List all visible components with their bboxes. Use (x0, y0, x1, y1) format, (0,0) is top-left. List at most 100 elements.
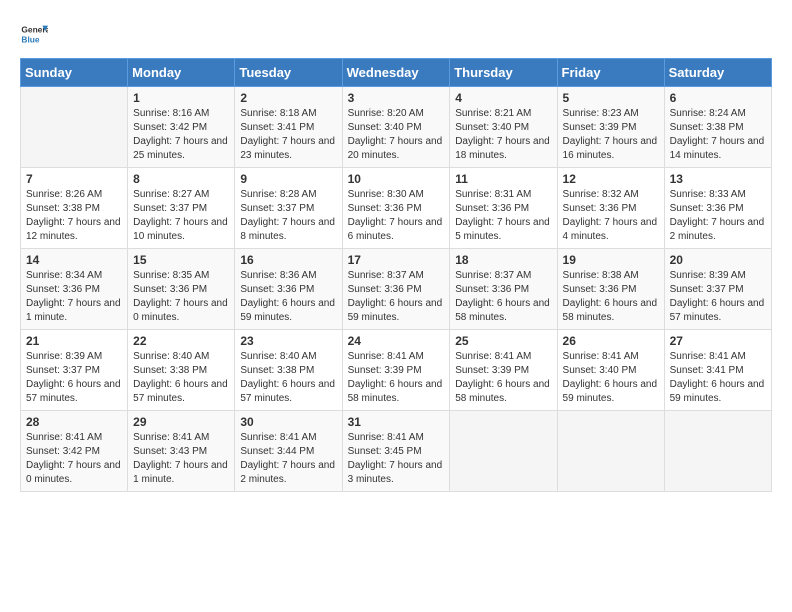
calendar-cell: 8 Sunrise: 8:27 AMSunset: 3:37 PMDayligh… (128, 168, 235, 249)
day-number: 7 (26, 172, 122, 186)
day-number: 14 (26, 253, 122, 267)
cell-content: Sunrise: 8:26 AMSunset: 3:38 PMDaylight:… (26, 188, 122, 244)
day-number: 4 (455, 91, 551, 105)
cell-content: Sunrise: 8:18 AMSunset: 3:41 PMDaylight:… (240, 107, 336, 163)
day-number: 30 (240, 415, 336, 429)
cell-content: Sunrise: 8:37 AMSunset: 3:36 PMDaylight:… (455, 269, 551, 325)
cell-content: Sunrise: 8:30 AMSunset: 3:36 PMDaylight:… (348, 188, 445, 244)
svg-text:Blue: Blue (21, 34, 39, 44)
cell-content: Sunrise: 8:37 AMSunset: 3:36 PMDaylight:… (348, 269, 445, 325)
cell-content: Sunrise: 8:39 AMSunset: 3:37 PMDaylight:… (670, 269, 766, 325)
calendar-cell: 3 Sunrise: 8:20 AMSunset: 3:40 PMDayligh… (342, 87, 450, 168)
calendar-cell: 25 Sunrise: 8:41 AMSunset: 3:39 PMDaylig… (450, 330, 557, 411)
calendar-cell: 23 Sunrise: 8:40 AMSunset: 3:38 PMDaylig… (235, 330, 342, 411)
calendar-cell: 16 Sunrise: 8:36 AMSunset: 3:36 PMDaylig… (235, 249, 342, 330)
header-friday: Friday (557, 59, 664, 87)
calendar-cell: 28 Sunrise: 8:41 AMSunset: 3:42 PMDaylig… (21, 411, 128, 492)
cell-content: Sunrise: 8:20 AMSunset: 3:40 PMDaylight:… (348, 107, 445, 163)
day-number: 16 (240, 253, 336, 267)
calendar-cell: 24 Sunrise: 8:41 AMSunset: 3:39 PMDaylig… (342, 330, 450, 411)
calendar-cell: 12 Sunrise: 8:32 AMSunset: 3:36 PMDaylig… (557, 168, 664, 249)
day-number: 5 (563, 91, 659, 105)
calendar-cell (21, 87, 128, 168)
calendar-cell: 18 Sunrise: 8:37 AMSunset: 3:36 PMDaylig… (450, 249, 557, 330)
calendar-cell: 7 Sunrise: 8:26 AMSunset: 3:38 PMDayligh… (21, 168, 128, 249)
day-number: 25 (455, 334, 551, 348)
cell-content: Sunrise: 8:41 AMSunset: 3:44 PMDaylight:… (240, 431, 336, 487)
cell-content: Sunrise: 8:28 AMSunset: 3:37 PMDaylight:… (240, 188, 336, 244)
cell-content: Sunrise: 8:27 AMSunset: 3:37 PMDaylight:… (133, 188, 229, 244)
day-number: 22 (133, 334, 229, 348)
cell-content: Sunrise: 8:38 AMSunset: 3:36 PMDaylight:… (563, 269, 659, 325)
day-number: 29 (133, 415, 229, 429)
calendar-cell: 20 Sunrise: 8:39 AMSunset: 3:37 PMDaylig… (664, 249, 771, 330)
calendar-cell: 6 Sunrise: 8:24 AMSunset: 3:38 PMDayligh… (664, 87, 771, 168)
cell-content: Sunrise: 8:41 AMSunset: 3:41 PMDaylight:… (670, 350, 766, 406)
calendar-cell: 9 Sunrise: 8:28 AMSunset: 3:37 PMDayligh… (235, 168, 342, 249)
day-number: 2 (240, 91, 336, 105)
header-monday: Monday (128, 59, 235, 87)
day-number: 11 (455, 172, 551, 186)
calendar-cell: 10 Sunrise: 8:30 AMSunset: 3:36 PMDaylig… (342, 168, 450, 249)
cell-content: Sunrise: 8:41 AMSunset: 3:43 PMDaylight:… (133, 431, 229, 487)
calendar-cell: 31 Sunrise: 8:41 AMSunset: 3:45 PMDaylig… (342, 411, 450, 492)
day-number: 18 (455, 253, 551, 267)
calendar-cell: 22 Sunrise: 8:40 AMSunset: 3:38 PMDaylig… (128, 330, 235, 411)
day-number: 26 (563, 334, 659, 348)
cell-content: Sunrise: 8:39 AMSunset: 3:37 PMDaylight:… (26, 350, 122, 406)
cell-content: Sunrise: 8:35 AMSunset: 3:36 PMDaylight:… (133, 269, 229, 325)
cell-content: Sunrise: 8:34 AMSunset: 3:36 PMDaylight:… (26, 269, 122, 325)
cell-content: Sunrise: 8:36 AMSunset: 3:36 PMDaylight:… (240, 269, 336, 325)
calendar-cell: 11 Sunrise: 8:31 AMSunset: 3:36 PMDaylig… (450, 168, 557, 249)
cell-content: Sunrise: 8:21 AMSunset: 3:40 PMDaylight:… (455, 107, 551, 163)
calendar-week-3: 21 Sunrise: 8:39 AMSunset: 3:37 PMDaylig… (21, 330, 772, 411)
header-sunday: Sunday (21, 59, 128, 87)
calendar-table: SundayMondayTuesdayWednesdayThursdayFrid… (20, 58, 772, 492)
header-saturday: Saturday (664, 59, 771, 87)
calendar-cell: 14 Sunrise: 8:34 AMSunset: 3:36 PMDaylig… (21, 249, 128, 330)
logo: General Blue (20, 20, 48, 48)
cell-content: Sunrise: 8:16 AMSunset: 3:42 PMDaylight:… (133, 107, 229, 163)
calendar-cell: 27 Sunrise: 8:41 AMSunset: 3:41 PMDaylig… (664, 330, 771, 411)
cell-content: Sunrise: 8:32 AMSunset: 3:36 PMDaylight:… (563, 188, 659, 244)
calendar-cell: 15 Sunrise: 8:35 AMSunset: 3:36 PMDaylig… (128, 249, 235, 330)
cell-content: Sunrise: 8:23 AMSunset: 3:39 PMDaylight:… (563, 107, 659, 163)
cell-content: Sunrise: 8:24 AMSunset: 3:38 PMDaylight:… (670, 107, 766, 163)
header: General Blue (20, 20, 772, 48)
calendar-cell: 29 Sunrise: 8:41 AMSunset: 3:43 PMDaylig… (128, 411, 235, 492)
calendar-week-2: 14 Sunrise: 8:34 AMSunset: 3:36 PMDaylig… (21, 249, 772, 330)
day-number: 12 (563, 172, 659, 186)
day-number: 8 (133, 172, 229, 186)
cell-content: Sunrise: 8:41 AMSunset: 3:42 PMDaylight:… (26, 431, 122, 487)
day-number: 1 (133, 91, 229, 105)
cell-content: Sunrise: 8:41 AMSunset: 3:40 PMDaylight:… (563, 350, 659, 406)
day-number: 27 (670, 334, 766, 348)
day-number: 17 (348, 253, 445, 267)
calendar-cell (450, 411, 557, 492)
day-number: 3 (348, 91, 445, 105)
header-tuesday: Tuesday (235, 59, 342, 87)
calendar-cell: 21 Sunrise: 8:39 AMSunset: 3:37 PMDaylig… (21, 330, 128, 411)
day-number: 9 (240, 172, 336, 186)
day-number: 31 (348, 415, 445, 429)
cell-content: Sunrise: 8:31 AMSunset: 3:36 PMDaylight:… (455, 188, 551, 244)
cell-content: Sunrise: 8:33 AMSunset: 3:36 PMDaylight:… (670, 188, 766, 244)
calendar-cell: 5 Sunrise: 8:23 AMSunset: 3:39 PMDayligh… (557, 87, 664, 168)
calendar-week-1: 7 Sunrise: 8:26 AMSunset: 3:38 PMDayligh… (21, 168, 772, 249)
cell-content: Sunrise: 8:41 AMSunset: 3:45 PMDaylight:… (348, 431, 445, 487)
day-number: 23 (240, 334, 336, 348)
day-number: 19 (563, 253, 659, 267)
day-number: 24 (348, 334, 445, 348)
cell-content: Sunrise: 8:41 AMSunset: 3:39 PMDaylight:… (455, 350, 551, 406)
day-number: 13 (670, 172, 766, 186)
calendar-cell (557, 411, 664, 492)
calendar-week-4: 28 Sunrise: 8:41 AMSunset: 3:42 PMDaylig… (21, 411, 772, 492)
cell-content: Sunrise: 8:40 AMSunset: 3:38 PMDaylight:… (240, 350, 336, 406)
cell-content: Sunrise: 8:41 AMSunset: 3:39 PMDaylight:… (348, 350, 445, 406)
calendar-cell: 17 Sunrise: 8:37 AMSunset: 3:36 PMDaylig… (342, 249, 450, 330)
day-number: 6 (670, 91, 766, 105)
day-number: 20 (670, 253, 766, 267)
day-number: 28 (26, 415, 122, 429)
header-thursday: Thursday (450, 59, 557, 87)
calendar-week-0: 1 Sunrise: 8:16 AMSunset: 3:42 PMDayligh… (21, 87, 772, 168)
